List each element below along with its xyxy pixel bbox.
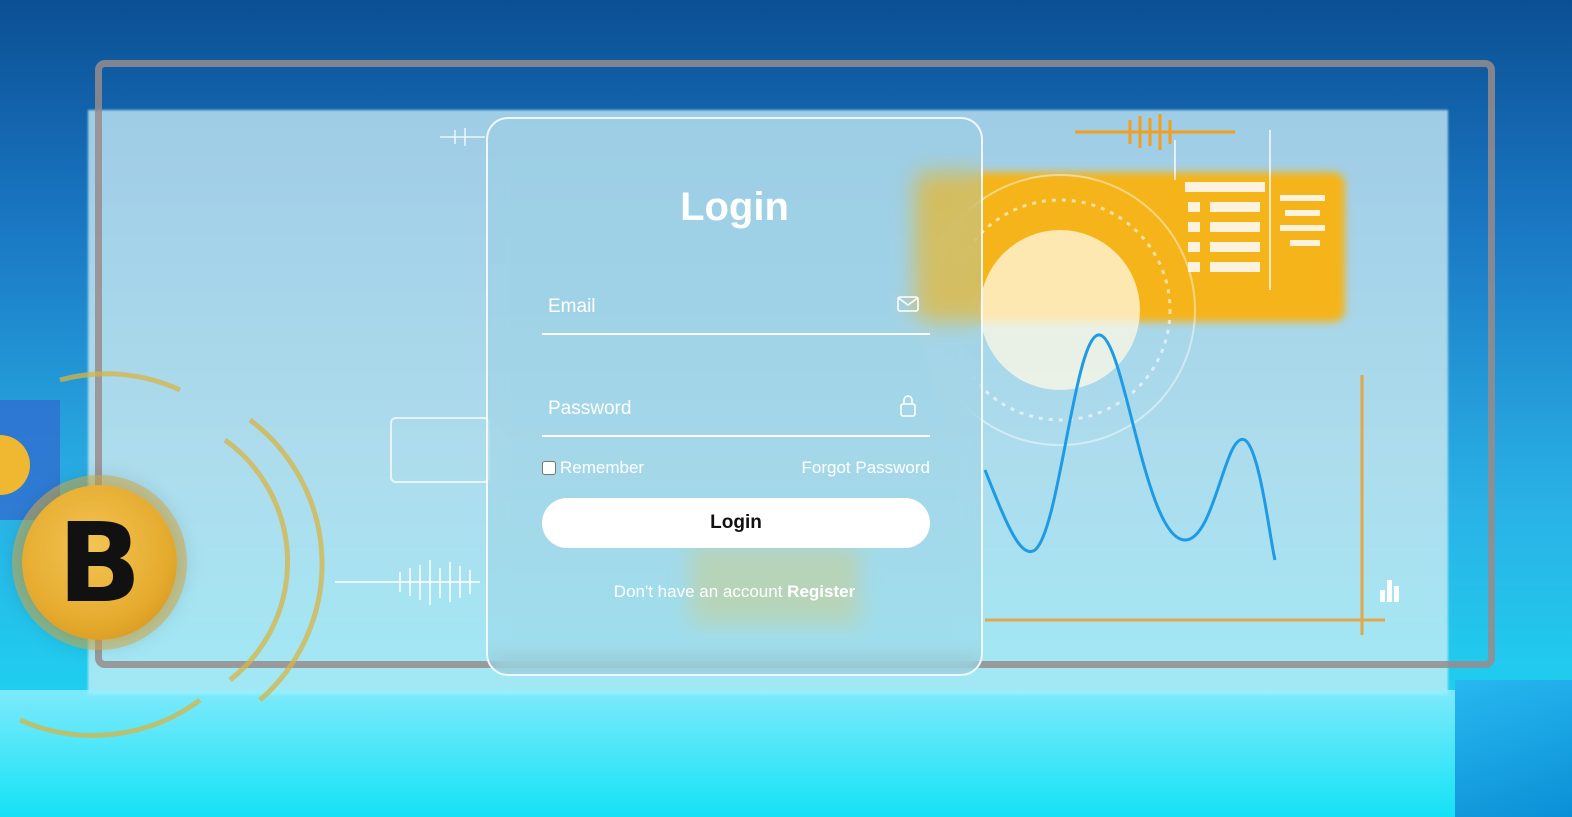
bar-chart-icon — [1380, 580, 1399, 602]
register-link[interactable]: Register — [787, 582, 855, 601]
waveform-top — [1075, 114, 1235, 150]
lock-icon — [900, 395, 916, 417]
forgot-password-link[interactable]: Forgot Password — [802, 458, 931, 478]
remember-option[interactable]: Remember — [542, 458, 644, 478]
email-input[interactable] — [542, 285, 894, 329]
login-title: Login — [680, 185, 789, 229]
password-field-wrapper — [542, 387, 930, 437]
panel-bars — [1185, 182, 1325, 272]
signup-prompt: Don't have an account Register — [488, 582, 981, 602]
remember-checkbox[interactable] — [542, 461, 556, 475]
envelope-icon — [897, 296, 919, 312]
login-form: Login Remember Forgot Password Login — [486, 117, 983, 676]
waveform-left — [335, 560, 480, 605]
options-row: Remember Forgot Password — [542, 456, 930, 480]
coin-face: B — [22, 485, 177, 640]
password-input[interactable] — [542, 387, 894, 431]
login-button[interactable]: Login — [542, 498, 930, 548]
login-page: B Login Remember Forgot Password — [0, 0, 1572, 817]
email-field-wrapper — [542, 285, 930, 335]
signup-text: Don't have an account — [613, 582, 788, 601]
bitcoin-icon: B — [57, 498, 142, 627]
bitcoin-coin: B — [0, 370, 290, 750]
remember-label: Remember — [560, 458, 645, 477]
